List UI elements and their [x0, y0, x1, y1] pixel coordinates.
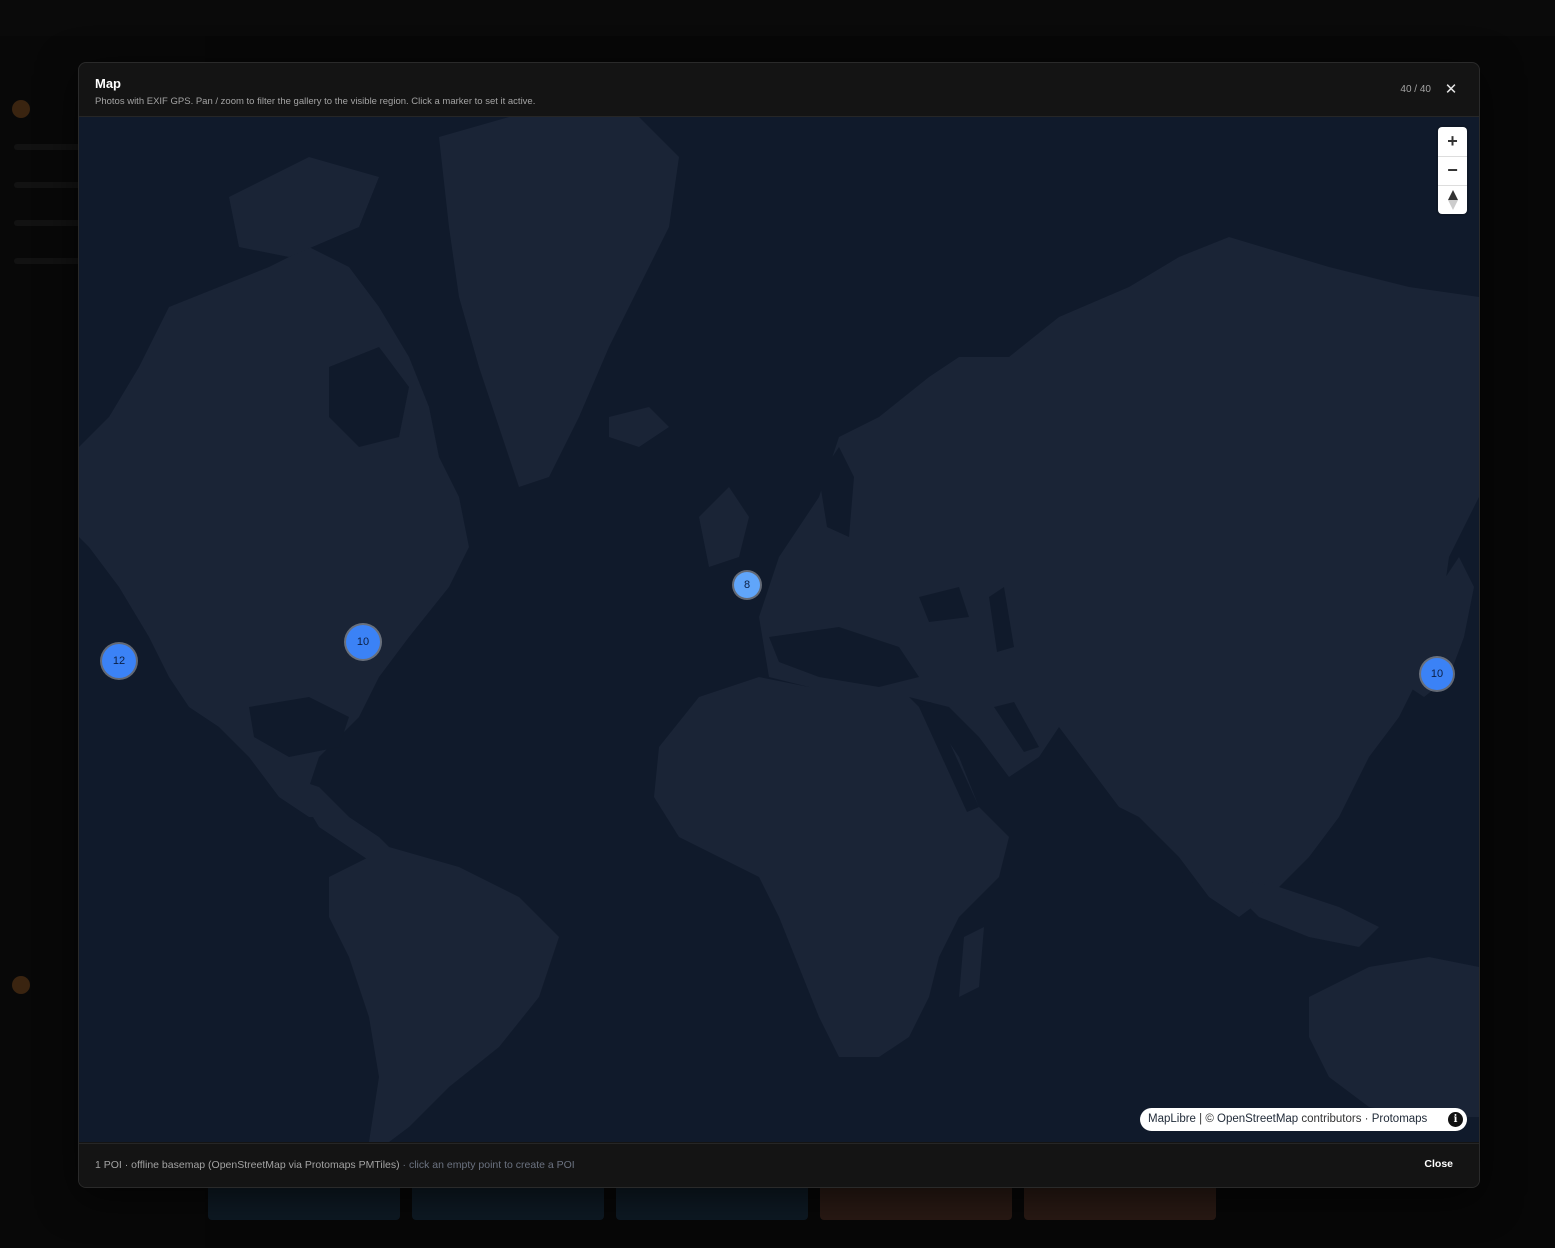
background-tile — [412, 1184, 604, 1220]
status-text: 1 POI · offline basemap (OpenStreetMap v… — [95, 1159, 400, 1171]
background-avatar — [12, 100, 30, 118]
attribution-separator: | © — [1195, 1113, 1217, 1125]
cluster-marker[interactable]: 10 — [1421, 658, 1453, 690]
zoom-control: + − — [1438, 127, 1467, 214]
map-attribution: MapLibre | © OpenStreetMap contributors … — [1140, 1108, 1467, 1131]
basemap — [79, 117, 1479, 1142]
openstreetmap-link[interactable]: OpenStreetMap — [1217, 1113, 1298, 1125]
marker-count: 8 — [743, 579, 751, 591]
close-icon[interactable]: ✕ — [1441, 80, 1461, 100]
background-tile — [208, 1184, 400, 1220]
compass-icon[interactable] — [1438, 185, 1467, 214]
cluster-marker[interactable]: 10 — [346, 625, 380, 659]
map-canvas[interactable]: + − 12 10 8 10 MapLibre | © OpenStreetMa… — [79, 117, 1479, 1142]
plus-icon[interactable]: + — [1438, 127, 1467, 156]
marker-count: 10 — [356, 636, 370, 648]
background-topbar — [0, 0, 1555, 36]
minus-icon[interactable]: − — [1438, 156, 1467, 185]
marker-count: 10 — [1430, 668, 1444, 680]
map-modal: Map Photos with EXIF GPS. Pan / zoom to … — [78, 62, 1480, 1188]
cluster-marker[interactable]: 12 — [102, 644, 136, 678]
footer-status: 1 POI · offline basemap (OpenStreetMap v… — [95, 1159, 575, 1171]
cluster-marker[interactable]: 8 — [734, 572, 760, 598]
background-tile — [616, 1184, 808, 1220]
background-avatar — [12, 976, 30, 994]
close-button[interactable]: Close — [1424, 1158, 1453, 1170]
attribution-separator: · — [1361, 1113, 1372, 1125]
info-icon[interactable]: i — [1448, 1112, 1463, 1127]
marker-count: 12 — [112, 655, 126, 667]
status-hint: · click an empty point to create a POI — [399, 1159, 575, 1171]
maplibre-link[interactable]: MapLibre — [1148, 1113, 1196, 1125]
background-tile — [820, 1184, 1012, 1220]
modal-title: Map — [95, 76, 121, 91]
modal-subtitle: Photos with EXIF GPS. Pan / zoom to filt… — [95, 96, 536, 107]
photo-count: 40 / 40 — [1400, 84, 1431, 95]
attribution-contributors: contributors — [1298, 1113, 1362, 1125]
background-tile — [1024, 1184, 1216, 1220]
modal-footer: 1 POI · offline basemap (OpenStreetMap v… — [79, 1143, 1479, 1187]
modal-header: Map Photos with EXIF GPS. Pan / zoom to … — [79, 63, 1479, 117]
protomaps-link[interactable]: Protomaps — [1372, 1113, 1428, 1125]
